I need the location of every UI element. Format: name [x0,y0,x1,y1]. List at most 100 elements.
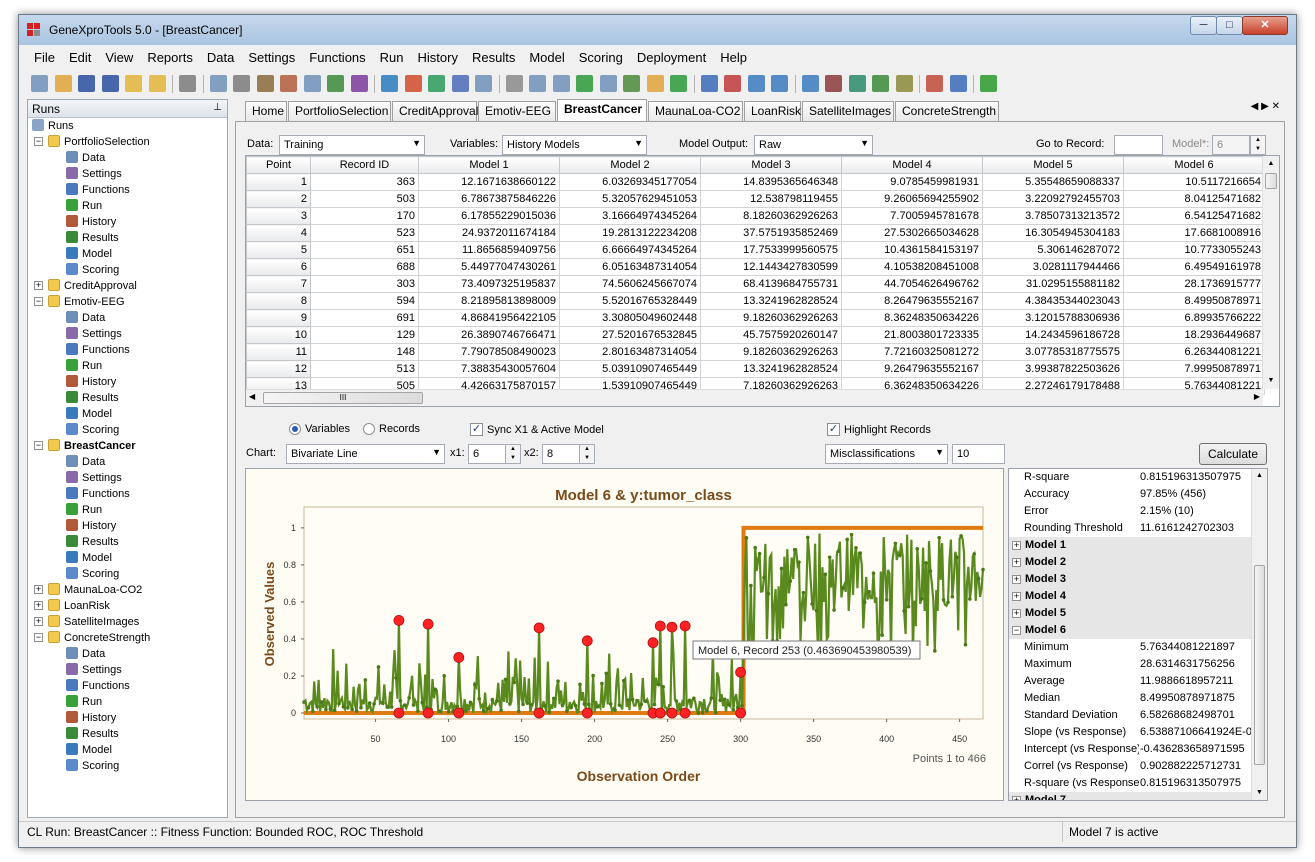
table-row[interactable]: 7 303 73.4097325195837 74.5606245667074 68.4… [246,275,1265,293]
table-cell[interactable]: 5.44977047430261 [418,258,560,276]
table-cell[interactable]: 9.18260362926263 [700,343,842,361]
tree-root[interactable]: Runs [32,118,74,134]
chart-type-select[interactable]: Bivariate Line ▼ [286,444,445,464]
stats-vscroll-thumb[interactable] [1254,565,1265,765]
x2-spinner[interactable]: ▲ ▼ [579,444,595,464]
tree-expander[interactable]: − [34,297,43,306]
table-cell[interactable]: 7.72160325081272 [841,343,983,361]
table-cell[interactable]: 7.38835430057604 [418,360,560,378]
table-cell[interactable]: 3.07785318775575 [982,343,1124,361]
spin-down-icon[interactable]: ▼ [1251,145,1265,154]
model-number-input[interactable]: 6 [1212,135,1250,155]
stat-row[interactable]: Model 1 + [1009,537,1252,554]
table-cell[interactable]: 594 [310,292,419,310]
filter-icon[interactable] [529,75,546,92]
tree-expander[interactable]: + [34,601,43,610]
document-icon[interactable] [475,75,492,92]
tree-item-model[interactable]: Model [66,742,112,758]
scroll-down-icon[interactable]: ▼ [1263,373,1279,389]
menu-deployment[interactable]: Deployment [630,47,713,68]
tree-item-results[interactable]: Results [66,390,119,406]
column-header[interactable]: Model 2 [559,156,701,174]
grid-horizontal-scrollbar[interactable]: ◀ III ▶ [246,389,1263,406]
list-icon[interactable] [801,75,819,92]
tree-expander[interactable]: + [34,617,43,626]
grid-vertical-scrollbar[interactable]: ▲ ▼ [1262,156,1279,389]
folders-icon[interactable] [148,75,166,92]
expand-icon[interactable]: + [1012,541,1021,550]
table-cell[interactable]: 7.99950878971 [1123,360,1265,378]
table-cell[interactable]: 3.12015788306936 [982,309,1124,327]
variables-radio[interactable] [289,423,301,435]
deploy-icon[interactable] [926,75,943,92]
table-cell[interactable]: 6.78673875846226 [418,190,560,208]
stats-vertical-scrollbar[interactable]: ▲ ▼ [1251,469,1267,800]
misclassified-point[interactable] [666,621,678,633]
misclassified-point[interactable] [393,615,405,626]
table-row[interactable]: 11 148 7.79078508490023 2.80163487314054 9.1… [246,343,1265,361]
menu-data[interactable]: Data [200,47,241,68]
formula-icon[interactable] [872,75,889,92]
expand-icon[interactable]: + [1012,592,1021,601]
stat-row[interactable]: Model 5 + [1009,605,1252,622]
table-cell[interactable]: 9.18260362926263 [700,309,842,327]
table-cell[interactable]: 18.2936449687 [1123,326,1265,344]
misclassified-class-point[interactable] [735,707,747,719]
tab-satelliteimages[interactable]: SatelliteImages [802,101,894,121]
scroll-down-icon[interactable]: ▼ [1252,786,1267,800]
table-cell[interactable]: 651 [310,241,419,259]
table-cell[interactable]: 16.3054945304183 [982,224,1124,242]
tree-item-data[interactable]: Data [66,646,105,662]
tab-maunaloa-co2[interactable]: MaunaLoa-CO2 [648,101,743,121]
sheet-icon[interactable] [848,75,866,92]
results-icon[interactable] [623,75,640,92]
row-point-cell[interactable]: 3 [246,207,311,225]
help-icon[interactable] [980,75,997,92]
table-cell[interactable]: 10.7733055243 [1123,241,1265,259]
tree-project-loanrisk[interactable]: LoanRisk [48,598,110,614]
link-icon[interactable] [327,75,344,92]
grid-hscroll-thumb[interactable]: III [263,392,423,404]
expand-icon[interactable]: + [1012,609,1021,618]
variables-select[interactable]: History Models ▼ [502,135,647,155]
table-cell[interactable]: 691 [310,309,419,327]
misclassified-point[interactable] [735,666,747,678]
row-point-cell[interactable]: 7 [246,275,311,293]
tree-item-functions[interactable]: Functions [66,182,130,198]
calculator-icon[interactable] [949,75,967,92]
grid-vscroll-thumb[interactable] [1265,173,1277,189]
table-cell[interactable]: 303 [310,275,419,293]
table-cell[interactable]: 8.26479635552167 [841,292,983,310]
tree-item-functions[interactable]: Functions [66,486,130,502]
table-cell[interactable]: 19.2813122234208 [559,224,701,242]
table-cell[interactable]: 6.26344081221 [1123,343,1265,361]
table-cell[interactable]: 9.26479635552167 [841,360,983,378]
menu-view[interactable]: View [98,47,140,68]
table-cell[interactable]: 11.8656859409756 [418,241,560,259]
pin-icon[interactable]: ⊥ [213,102,222,113]
table-cell[interactable]: 10.4361584153197 [841,241,983,259]
tab-portfolioselection[interactable]: PortfolioSelection [288,101,391,121]
minimize-button[interactable]: ─ [1190,16,1217,35]
row-point-cell[interactable]: 4 [246,224,311,242]
table-cell[interactable]: 26.3890746766471 [418,326,560,344]
spin-up-icon[interactable]: ▲ [1251,136,1265,145]
tree-item-scoring[interactable]: Scoring [66,262,119,278]
add-icon[interactable] [670,75,687,92]
x1-spinner[interactable]: ▲ ▼ [505,444,521,464]
code-icon[interactable] [747,75,765,92]
table-cell[interactable]: 45.7575920260147 [700,326,842,344]
open-icon[interactable] [54,75,72,92]
goto-record-input[interactable] [1114,135,1163,155]
misclassified-class-point[interactable] [666,707,678,719]
table-cell[interactable]: 24.9372011674184 [418,224,560,242]
tree-item-settings[interactable]: Settings [66,326,122,342]
table-cell[interactable]: 8.21895813898009 [418,292,560,310]
tree-item-data[interactable]: Data [66,310,105,326]
new-icon[interactable] [31,75,48,92]
tree-item-run[interactable]: Run [66,694,102,710]
misclassified-class-point[interactable] [581,707,593,719]
table-cell[interactable]: 363 [310,173,419,191]
table-cell[interactable]: 3.0281117944466 [982,258,1124,276]
save-all-icon[interactable] [101,75,119,92]
